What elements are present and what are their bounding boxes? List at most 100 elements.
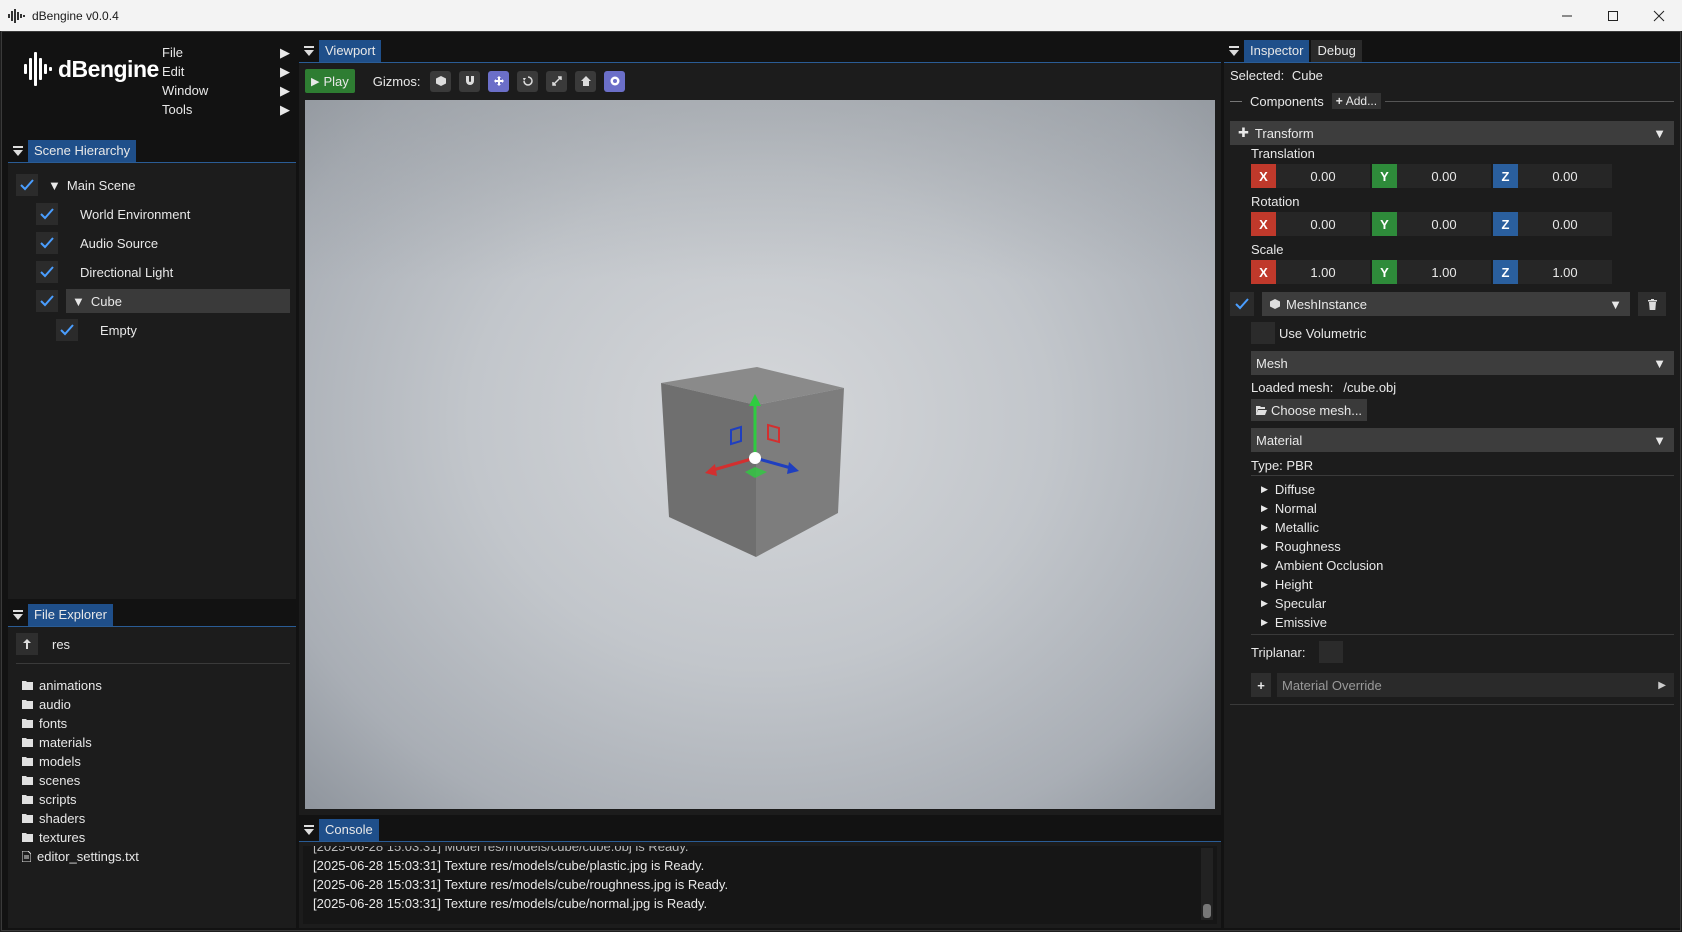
- scale-y-input[interactable]: 1.00: [1397, 260, 1491, 284]
- axis-z-button[interactable]: Z: [1493, 260, 1518, 284]
- file-editor-settings[interactable]: editor_settings.txt: [22, 847, 139, 866]
- rotation-z-input[interactable]: 0.00: [1518, 212, 1612, 236]
- material-override-row: + Material Override ▶: [1251, 673, 1674, 697]
- add-override-button[interactable]: +: [1251, 673, 1271, 697]
- cube-icon: [1270, 297, 1280, 312]
- material-channel-normal[interactable]: ▶ Normal: [1261, 499, 1317, 518]
- folder-materials[interactable]: materials: [22, 733, 92, 752]
- use-volumetric-checkbox[interactable]: [1251, 322, 1275, 344]
- tree-item-audio-source[interactable]: Audio Source: [36, 230, 158, 256]
- folder-textures[interactable]: textures: [22, 828, 85, 847]
- mesh-instance-header[interactable]: MeshInstance ▼: [1262, 292, 1630, 316]
- axis-y-button[interactable]: Y: [1372, 260, 1397, 284]
- material-channel-height[interactable]: ▶ Height: [1261, 575, 1313, 594]
- material-channel-metallic[interactable]: ▶ Metallic: [1261, 518, 1319, 537]
- minimize-button[interactable]: [1544, 0, 1590, 31]
- folder-fonts[interactable]: fonts: [22, 714, 67, 733]
- visibility-checkbox[interactable]: [56, 319, 78, 341]
- axis-y-button[interactable]: Y: [1372, 164, 1397, 188]
- folder-audio[interactable]: audio: [22, 695, 71, 714]
- viewport-toolbar: ▶ Play Gizmos:: [305, 69, 633, 93]
- collapse-icon[interactable]: [1224, 39, 1244, 63]
- tree-item-cube[interactable]: ▼ Cube: [36, 288, 290, 314]
- tree-item-main-scene[interactable]: ▼ Main Scene: [16, 172, 136, 198]
- tab-viewport[interactable]: Viewport: [319, 39, 382, 62]
- folder-scenes[interactable]: scenes: [22, 771, 80, 790]
- globe-icon[interactable]: [604, 70, 626, 92]
- transform-header[interactable]: ✚ Transform ▼: [1230, 121, 1674, 145]
- axis-z-button[interactable]: Z: [1493, 212, 1518, 236]
- axis-z-button[interactable]: Z: [1493, 164, 1518, 188]
- collapse-icon[interactable]: [299, 818, 319, 842]
- magnet-icon[interactable]: [459, 70, 481, 92]
- axis-x-button[interactable]: X: [1251, 212, 1276, 236]
- tree-item-directional-light[interactable]: Directional Light: [36, 259, 173, 285]
- axis-x-button[interactable]: X: [1251, 260, 1276, 284]
- tab-console[interactable]: Console: [319, 818, 379, 841]
- mesh-header[interactable]: Mesh ▼: [1251, 351, 1674, 375]
- collapse-icon[interactable]: [8, 603, 28, 627]
- tab-scene-hierarchy[interactable]: Scene Hierarchy: [28, 139, 137, 162]
- mesh-instance-enabled-checkbox[interactable]: [1230, 292, 1254, 316]
- expand-arrow-icon[interactable]: ▼: [48, 178, 61, 193]
- menu-file[interactable]: File ▶: [162, 43, 290, 62]
- scale-z-input[interactable]: 1.00: [1518, 260, 1612, 284]
- choose-mesh-button[interactable]: Choose mesh...: [1251, 399, 1368, 421]
- delete-component-button[interactable]: [1638, 292, 1666, 316]
- menu-edit[interactable]: Edit ▶: [162, 62, 290, 81]
- scale-tool-icon[interactable]: [546, 70, 568, 92]
- visibility-checkbox[interactable]: [36, 261, 58, 283]
- folder-animations[interactable]: animations: [22, 676, 102, 695]
- console-line: [2025-06-28 15:03:31] Texture res/models…: [313, 877, 729, 892]
- expand-arrow-icon[interactable]: ▼: [72, 294, 85, 309]
- folder-shaders[interactable]: shaders: [22, 809, 85, 828]
- rotation-y-input[interactable]: 0.00: [1397, 212, 1491, 236]
- visibility-checkbox[interactable]: [16, 174, 38, 196]
- scrollbar-thumb[interactable]: [1203, 904, 1211, 918]
- material-channel-specular[interactable]: ▶ Specular: [1261, 594, 1326, 613]
- material-channel-diffuse[interactable]: ▶ Diffuse: [1261, 480, 1315, 499]
- axis-x-button[interactable]: X: [1251, 164, 1276, 188]
- console-scrollbar[interactable]: [1201, 848, 1213, 920]
- tab-inspector[interactable]: Inspector: [1244, 39, 1310, 62]
- folder-scripts[interactable]: scripts: [22, 790, 77, 809]
- tab-debug[interactable]: Debug: [1311, 39, 1362, 62]
- collapse-icon[interactable]: [8, 139, 28, 163]
- play-button[interactable]: ▶ Play: [305, 69, 355, 93]
- translation-y-input[interactable]: 0.00: [1397, 164, 1491, 188]
- material-override-header[interactable]: Material Override ▶: [1277, 673, 1674, 697]
- up-directory-button[interactable]: [16, 633, 38, 655]
- tree-item-world-environment[interactable]: World Environment: [36, 201, 190, 227]
- visibility-checkbox[interactable]: [36, 232, 58, 254]
- add-component-button[interactable]: + Add...: [1331, 93, 1382, 109]
- rotation-x-input[interactable]: 0.00: [1276, 212, 1370, 236]
- visibility-checkbox[interactable]: [36, 290, 58, 312]
- move-icon: ✚: [1238, 125, 1249, 140]
- material-channel-ambient-occlusion[interactable]: ▶ Ambient Occlusion: [1261, 556, 1383, 575]
- material-channel-roughness[interactable]: ▶ Roughness: [1261, 537, 1341, 556]
- material-header[interactable]: Material ▼: [1251, 428, 1674, 452]
- folder-icon: [22, 814, 33, 823]
- cube-model[interactable]: [305, 100, 1215, 809]
- console-output[interactable]: [2025-06-28 15:03:31] Model res/models/c…: [303, 846, 1217, 924]
- menu-window[interactable]: Window ▶: [162, 81, 290, 100]
- tree-item-empty[interactable]: Empty: [56, 317, 137, 343]
- scale-x-input[interactable]: 1.00: [1276, 260, 1370, 284]
- triplanar-checkbox[interactable]: [1319, 641, 1344, 663]
- cube-gizmo-icon[interactable]: [430, 70, 452, 92]
- rotate-tool-icon[interactable]: [517, 70, 539, 92]
- scene-view[interactable]: [305, 100, 1215, 809]
- close-button[interactable]: [1636, 0, 1682, 31]
- translate-tool-icon[interactable]: [488, 70, 510, 92]
- tab-file-explorer[interactable]: File Explorer: [28, 603, 113, 626]
- axis-y-button[interactable]: Y: [1372, 212, 1397, 236]
- menu-tools[interactable]: Tools ▶: [162, 100, 290, 119]
- visibility-checkbox[interactable]: [36, 203, 58, 225]
- folder-models[interactable]: models: [22, 752, 81, 771]
- home-icon[interactable]: [575, 70, 597, 92]
- translation-z-input[interactable]: 0.00: [1518, 164, 1612, 188]
- material-channel-emissive[interactable]: ▶ Emissive: [1261, 613, 1327, 632]
- translation-x-input[interactable]: 0.00: [1276, 164, 1370, 188]
- collapse-icon[interactable]: [299, 39, 319, 63]
- maximize-button[interactable]: [1590, 0, 1636, 31]
